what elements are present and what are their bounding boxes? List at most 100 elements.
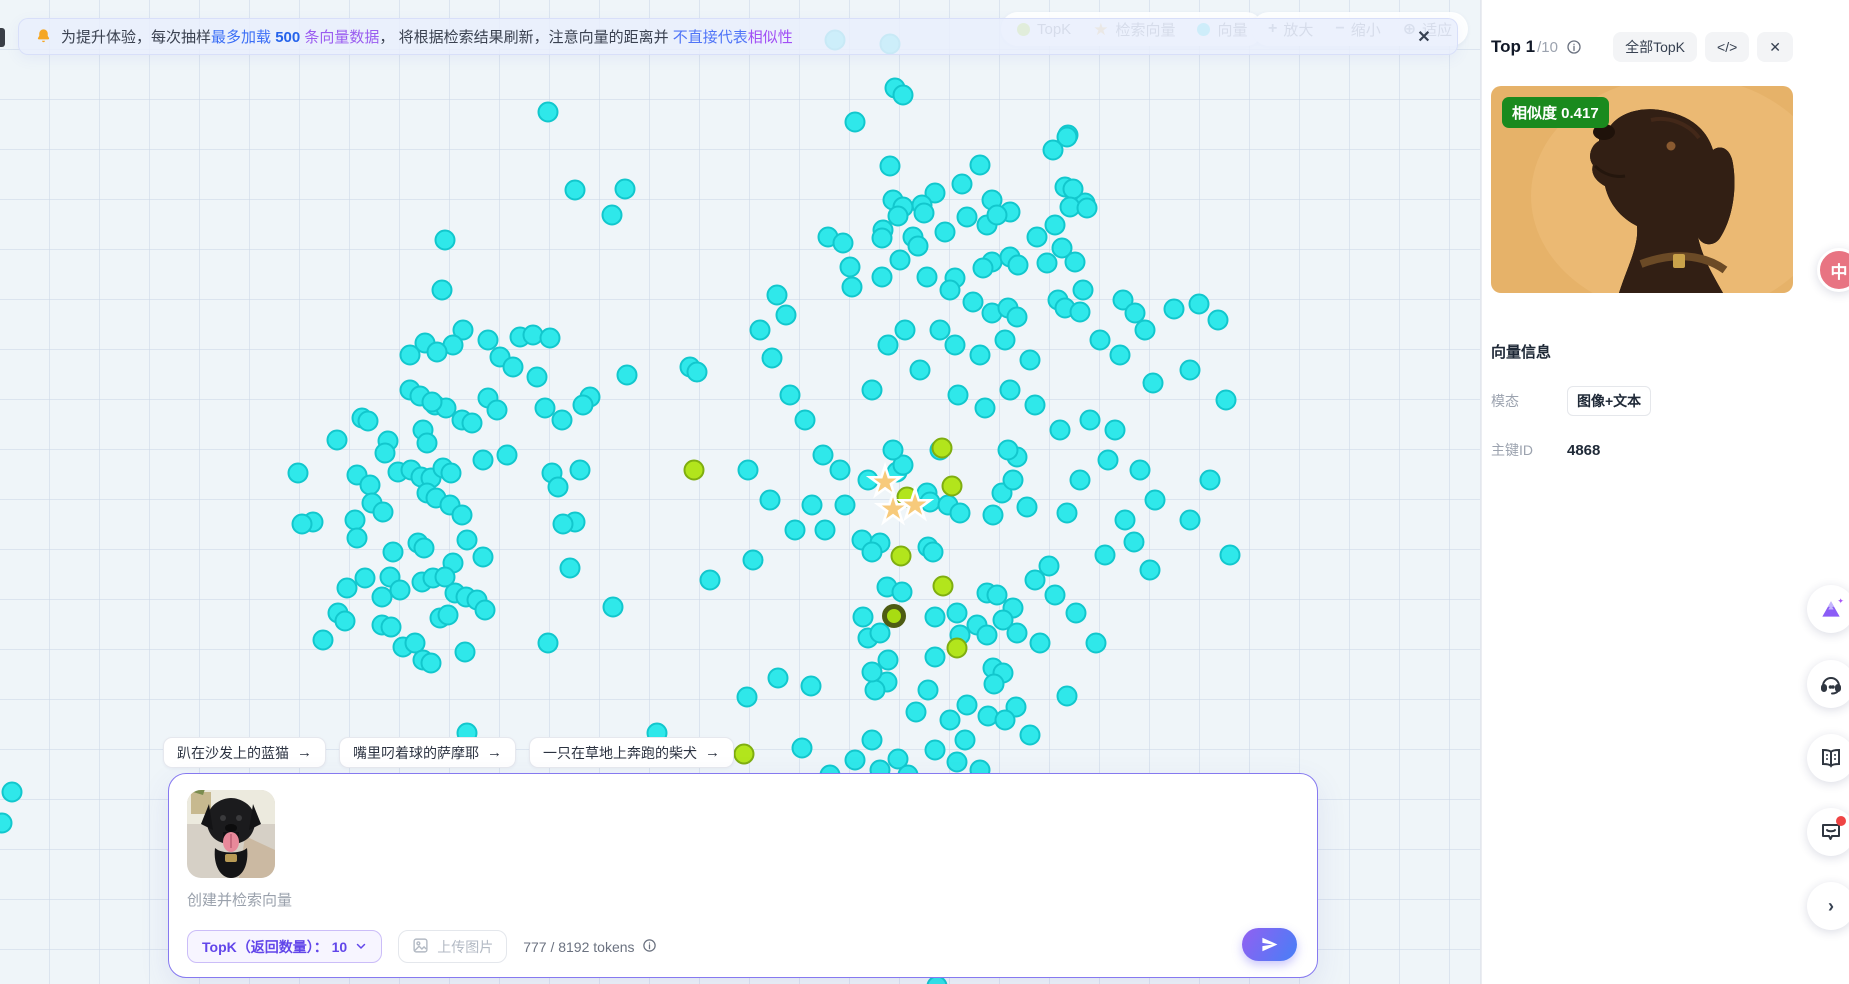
vector-dot[interactable] bbox=[380, 616, 402, 638]
vector-dot[interactable] bbox=[829, 459, 851, 481]
code-view-button[interactable]: </> bbox=[1705, 32, 1750, 62]
vector-dot[interactable] bbox=[852, 606, 874, 628]
vector-dot[interactable] bbox=[934, 221, 956, 243]
vector-dot[interactable] bbox=[1036, 252, 1058, 274]
vector-dot[interactable] bbox=[779, 384, 801, 406]
vector-dot[interactable] bbox=[569, 459, 591, 481]
vector-dot[interactable] bbox=[1094, 544, 1116, 566]
vector-dot[interactable] bbox=[1079, 409, 1101, 431]
vector-dot[interactable] bbox=[916, 266, 938, 288]
feedback-button[interactable] bbox=[1807, 808, 1849, 856]
suggestion-chip[interactable]: 一只在草地上奔跑的柴犬 → bbox=[529, 737, 734, 768]
vector-dot[interactable] bbox=[686, 361, 708, 383]
vector-dot[interactable] bbox=[1006, 622, 1028, 644]
topk-dot[interactable] bbox=[941, 475, 963, 497]
vector-dot[interactable] bbox=[917, 679, 939, 701]
vector-dot[interactable] bbox=[939, 279, 961, 301]
vector-dot[interactable] bbox=[326, 429, 348, 451]
upload-image-button[interactable]: 上传图片 bbox=[398, 930, 508, 963]
vector-dot[interactable] bbox=[559, 557, 581, 579]
vector-dot[interactable] bbox=[1024, 394, 1046, 416]
vector-dot[interactable] bbox=[486, 399, 508, 421]
vector-dot[interactable] bbox=[346, 527, 368, 549]
vector-dot[interactable] bbox=[357, 410, 379, 432]
vector-dot[interactable] bbox=[474, 599, 496, 621]
vector-dot[interactable] bbox=[420, 652, 442, 674]
vector-dot[interactable] bbox=[864, 679, 886, 701]
vector-dot[interactable] bbox=[372, 501, 394, 523]
topk-dot[interactable] bbox=[683, 459, 705, 481]
vector-dot[interactable] bbox=[1069, 469, 1091, 491]
vector-dot[interactable] bbox=[997, 439, 1019, 461]
vector-dot[interactable] bbox=[892, 84, 914, 106]
vector-dot[interactable] bbox=[1188, 293, 1210, 315]
vector-dot[interactable] bbox=[1044, 214, 1066, 236]
vector-dot[interactable] bbox=[1002, 469, 1024, 491]
vector-dot[interactable] bbox=[994, 709, 1016, 731]
vector-dot[interactable] bbox=[1215, 389, 1237, 411]
vector-dot[interactable] bbox=[1019, 349, 1041, 371]
vector-dot[interactable] bbox=[844, 749, 866, 771]
vector-dot[interactable] bbox=[946, 602, 968, 624]
panel-close-icon[interactable]: ✕ bbox=[1757, 32, 1793, 62]
vector-dot[interactable] bbox=[949, 502, 971, 524]
vector-dot[interactable] bbox=[972, 257, 994, 279]
vector-dot[interactable] bbox=[312, 629, 334, 651]
vector-dot[interactable] bbox=[974, 397, 996, 419]
vector-dot[interactable] bbox=[861, 379, 883, 401]
vector-dot[interactable] bbox=[814, 519, 836, 541]
vector-dot[interactable] bbox=[791, 737, 813, 759]
vector-dot[interactable] bbox=[434, 229, 456, 251]
vector-dot[interactable] bbox=[1007, 254, 1029, 276]
vector-dot[interactable] bbox=[889, 249, 911, 271]
vector-dot[interactable] bbox=[951, 173, 973, 195]
vector-dot[interactable] bbox=[1019, 724, 1041, 746]
vector-dot[interactable] bbox=[877, 334, 899, 356]
vector-dot[interactable] bbox=[924, 646, 946, 668]
vector-dot[interactable] bbox=[461, 412, 483, 434]
vector-dot[interactable] bbox=[1144, 489, 1166, 511]
vector-dot[interactable] bbox=[947, 384, 969, 406]
vector-dot[interactable] bbox=[944, 334, 966, 356]
vector-dot[interactable] bbox=[382, 541, 404, 563]
vector-dot[interactable] bbox=[839, 256, 861, 278]
vector-dot[interactable] bbox=[472, 546, 494, 568]
vector-dot[interactable] bbox=[954, 729, 976, 751]
vector-dot[interactable] bbox=[699, 569, 721, 591]
vector-dot[interactable] bbox=[572, 394, 594, 416]
vector-dot[interactable] bbox=[1089, 329, 1111, 351]
vector-dot[interactable] bbox=[1069, 301, 1091, 323]
vector-dot[interactable] bbox=[1179, 509, 1201, 531]
vector-dot[interactable] bbox=[1065, 602, 1087, 624]
vector-dot[interactable] bbox=[496, 444, 518, 466]
vector-dot[interactable] bbox=[976, 624, 998, 646]
vector-dot[interactable] bbox=[354, 567, 376, 589]
vector-dot[interactable] bbox=[454, 641, 476, 663]
vector-dot[interactable] bbox=[905, 701, 927, 723]
info-icon[interactable] bbox=[1566, 39, 1582, 55]
vector-dot[interactable] bbox=[426, 341, 448, 363]
vector-dot[interactable] bbox=[946, 751, 968, 773]
vector-dot[interactable] bbox=[539, 327, 561, 349]
vector-dot[interactable] bbox=[451, 504, 473, 526]
vector-dot[interactable] bbox=[736, 686, 758, 708]
uploaded-image-thumbnail[interactable] bbox=[187, 790, 275, 878]
vector-dot[interactable] bbox=[986, 204, 1008, 226]
info-icon[interactable] bbox=[642, 938, 657, 956]
vector-dot[interactable] bbox=[956, 206, 978, 228]
vector-dot[interactable] bbox=[1056, 685, 1078, 707]
vector-dot[interactable] bbox=[616, 364, 638, 386]
vector-dot[interactable] bbox=[1134, 319, 1156, 341]
vector-dot[interactable] bbox=[891, 581, 913, 603]
vector-dot[interactable] bbox=[602, 596, 624, 618]
vector-dot[interactable] bbox=[1064, 251, 1086, 273]
vector-dot[interactable] bbox=[812, 444, 834, 466]
vector-dot[interactable] bbox=[924, 739, 946, 761]
vector-dot[interactable] bbox=[1104, 419, 1126, 441]
vector-dot[interactable] bbox=[389, 579, 411, 601]
vector-dot[interactable] bbox=[614, 178, 636, 200]
vector-dot[interactable] bbox=[456, 529, 478, 551]
vector-dot[interactable] bbox=[939, 709, 961, 731]
vector-dot[interactable] bbox=[1056, 126, 1078, 148]
vector-dot[interactable] bbox=[924, 606, 946, 628]
